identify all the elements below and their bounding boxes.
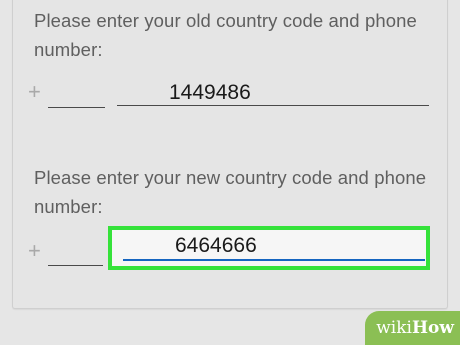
watermark-wiki: wiki <box>376 318 412 338</box>
wikihow-watermark: wikiHow <box>365 311 460 345</box>
old-plus-sign: + <box>28 79 41 104</box>
old-number-prompt: Please enter your old country code and p… <box>34 10 417 60</box>
new-plus-sign: + <box>28 238 41 263</box>
old-phone-number-input[interactable] <box>117 80 429 106</box>
watermark-how: How <box>411 318 454 338</box>
new-phone-highlight <box>108 226 430 270</box>
new-country-code-input[interactable] <box>48 243 103 266</box>
old-country-code-input[interactable] <box>48 85 105 108</box>
new-number-prompt: Please enter your new country code and p… <box>34 167 427 217</box>
change-number-card: Please enter your old country code and p… <box>12 0 448 309</box>
new-phone-number-input[interactable] <box>123 233 425 261</box>
